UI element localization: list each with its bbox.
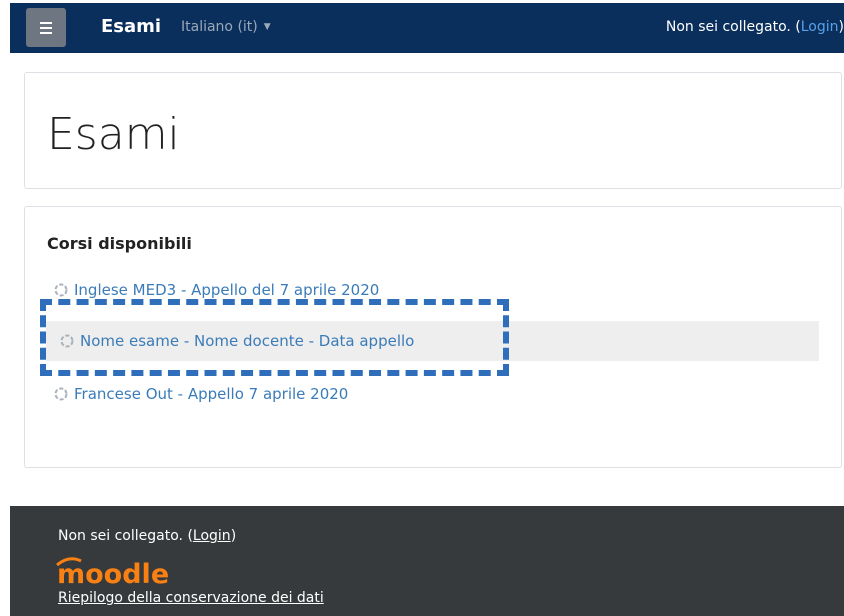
caret-down-icon: ▼ — [263, 22, 271, 32]
data-retention-summary-link[interactable]: Riepilogo della conservazione dei dati — [58, 590, 324, 606]
footer-login-suffix: ) — [230, 528, 237, 544]
language-menu[interactable]: Italiano (it) ▼ — [181, 19, 271, 35]
footer-login-prefix: Non sei collegato. ( — [58, 528, 193, 544]
footer-login-info: Non sei collegato. (Login) — [58, 528, 236, 544]
page-title: Esami — [47, 109, 180, 160]
login-suffix: ) — [838, 19, 844, 35]
menu-toggle-button[interactable] — [26, 8, 66, 47]
svg-text:moodle: moodle — [57, 559, 169, 587]
footer-login-link[interactable]: Login — [193, 528, 231, 544]
navbar-login-link[interactable]: Login — [801, 19, 839, 35]
site-brand-link[interactable]: Esami — [101, 16, 161, 37]
language-label: Italiano (it) — [181, 19, 258, 35]
page-footer: Non sei collegato. (Login) moodle Riepil… — [10, 506, 844, 616]
course-link[interactable]: Inglese MED3 - Appello del 7 aprile 2020 — [74, 281, 379, 299]
navbar-login-info: Non sei collegato. (Login) — [666, 19, 844, 35]
moodle-logo[interactable]: moodle — [55, 553, 181, 587]
page-header-card: Esami — [24, 72, 842, 189]
course-icon — [54, 283, 68, 297]
course-link[interactable]: Francese Out - Appello 7 aprile 2020 — [74, 385, 348, 403]
section-title: Corsi disponibili — [47, 234, 192, 253]
top-navbar: Esami Italiano (it) ▼ Non sei collegato. … — [10, 3, 844, 53]
hamburger-icon — [40, 21, 52, 24]
login-prefix: Non sei collegato. ( — [665, 19, 801, 35]
course-icon — [54, 387, 68, 401]
course-item[interactable]: Francese Out - Appello 7 aprile 2020 — [54, 374, 348, 414]
highlight-annotation — [40, 299, 509, 376]
